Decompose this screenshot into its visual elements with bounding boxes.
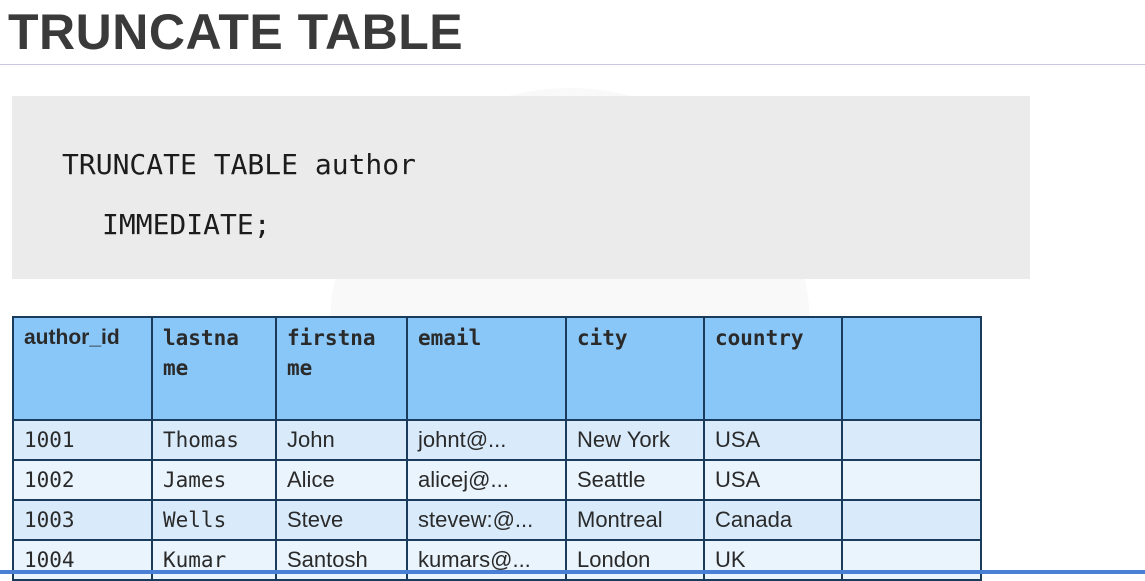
header-lastname-line2: me bbox=[163, 356, 189, 380]
cell-firstname: Alice bbox=[275, 459, 408, 501]
cell-empty bbox=[841, 499, 982, 541]
header-city: city bbox=[565, 316, 705, 421]
cell-firstname: Steve bbox=[275, 499, 408, 541]
cell-author-id: 1004 bbox=[12, 539, 153, 581]
cell-country: UK bbox=[703, 539, 843, 581]
cell-country: Canada bbox=[703, 499, 843, 541]
cell-country: USA bbox=[703, 419, 843, 461]
author-table: author_id lastna me firstna me email city … bbox=[12, 316, 982, 581]
table-row: 1002 James Alice alicej@... Seattle USA bbox=[12, 459, 982, 501]
bottom-accent-bar bbox=[0, 570, 1145, 574]
cell-empty bbox=[841, 419, 982, 461]
table-row: 1004 Kumar Santosh kumars@... London UK bbox=[12, 539, 982, 581]
cell-author-id: 1003 bbox=[12, 499, 153, 541]
cell-email: kumars@... bbox=[406, 539, 567, 581]
header-firstname-line1: firstna bbox=[287, 326, 376, 350]
cell-city: New York bbox=[565, 419, 705, 461]
cell-email: alicej@... bbox=[406, 459, 567, 501]
table-row: 1003 Wells Steve stevew:@... Montreal Ca… bbox=[12, 499, 982, 541]
cell-lastname: Wells bbox=[151, 499, 277, 541]
header-author-id: author_id bbox=[12, 316, 153, 421]
cell-lastname: Kumar bbox=[151, 539, 277, 581]
cell-city: Montreal bbox=[565, 499, 705, 541]
cell-city: London bbox=[565, 539, 705, 581]
table-row: 1001 Thomas John johnt@... New York USA bbox=[12, 419, 982, 461]
cell-author-id: 1002 bbox=[12, 459, 153, 501]
cell-email: johnt@... bbox=[406, 419, 567, 461]
code-line-1: TRUNCATE TABLE author bbox=[62, 148, 417, 181]
slide-title: TRUNCATE TABLE bbox=[8, 4, 464, 60]
header-country: country bbox=[703, 316, 843, 421]
cell-lastname: Thomas bbox=[151, 419, 277, 461]
header-firstname: firstna me bbox=[275, 316, 408, 421]
cell-firstname: Santosh bbox=[275, 539, 408, 581]
header-lastname: lastna me bbox=[151, 316, 277, 421]
title-divider bbox=[0, 64, 1145, 65]
header-email: email bbox=[406, 316, 567, 421]
header-empty bbox=[841, 316, 982, 421]
header-lastname-line1: lastna bbox=[163, 326, 239, 350]
cell-empty bbox=[841, 539, 982, 581]
cell-lastname: James bbox=[151, 459, 277, 501]
table-header-row: author_id lastna me firstna me email city … bbox=[12, 316, 982, 421]
code-line-2: IMMEDIATE; bbox=[102, 208, 271, 241]
cell-author-id: 1001 bbox=[12, 419, 153, 461]
header-firstname-line2: me bbox=[287, 356, 313, 380]
cell-firstname: John bbox=[275, 419, 408, 461]
cell-empty bbox=[841, 459, 982, 501]
cell-email: stevew:@... bbox=[406, 499, 567, 541]
cell-city: Seattle bbox=[565, 459, 705, 501]
sql-code-block: TRUNCATE TABLE author IMMEDIATE; bbox=[12, 96, 1030, 279]
cell-country: USA bbox=[703, 459, 843, 501]
